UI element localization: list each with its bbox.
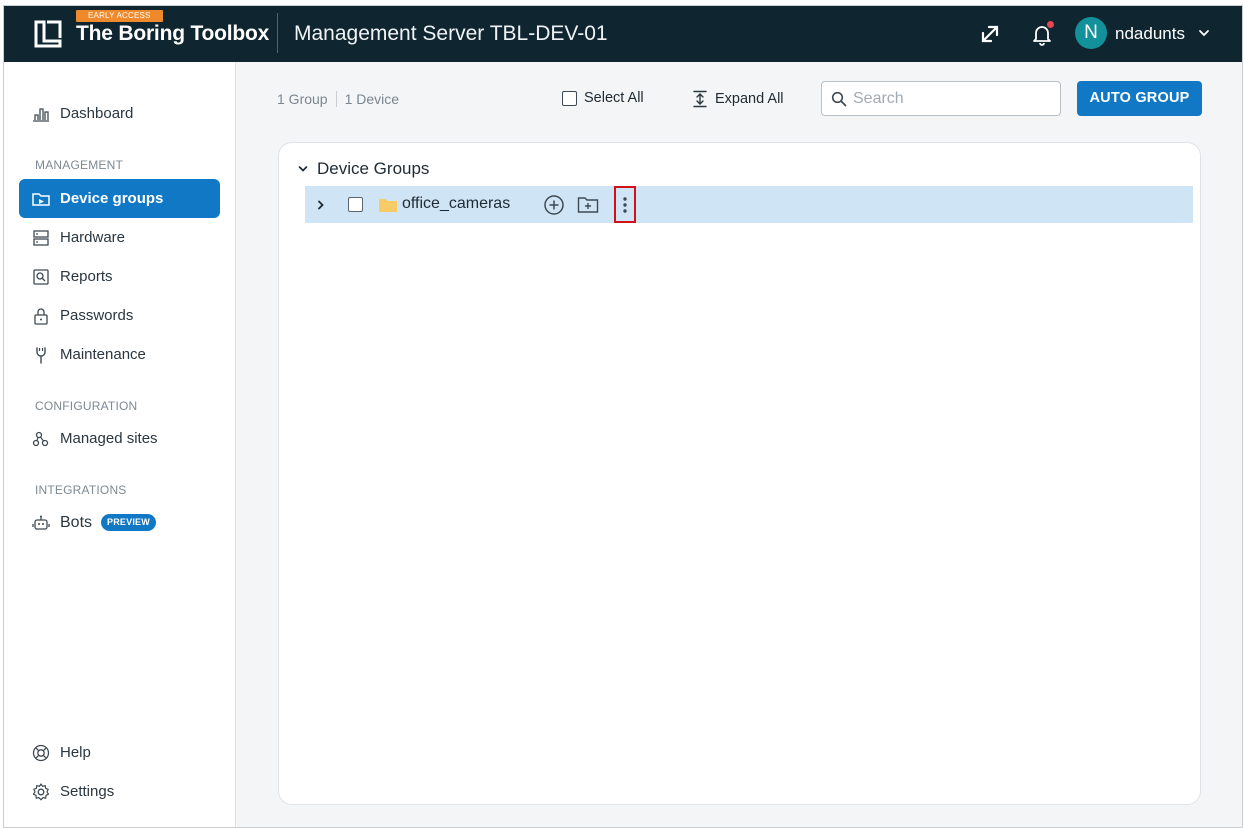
counts-summary: 1 Group 1 Device xyxy=(277,91,399,107)
sidebar-item-label: Device groups xyxy=(60,190,164,207)
sidebar-item-label: Dashboard xyxy=(60,105,134,122)
search-icon xyxy=(831,91,847,106)
section-configuration: CONFIGURATION xyxy=(35,399,138,413)
row-checkbox[interactable] xyxy=(347,186,363,223)
select-all-checkbox[interactable] xyxy=(562,90,577,106)
avatar[interactable]: N xyxy=(1075,17,1107,49)
early-access-badge: EARLY ACCESS xyxy=(76,10,163,22)
group-count: 1 Group xyxy=(277,91,328,107)
sidebar-item-dashboard[interactable]: Dashboard xyxy=(19,94,220,133)
sidebar-item-label: Reports xyxy=(60,268,113,285)
expand-row-button[interactable] xyxy=(313,186,329,223)
sidebar-item-maintenance[interactable]: Maintenance xyxy=(19,335,220,374)
select-all-button[interactable]: Select All xyxy=(562,90,644,106)
sites-icon xyxy=(31,429,51,449)
sidebar-item-label: Help xyxy=(60,744,91,761)
preview-badge: PREVIEW xyxy=(101,514,156,531)
auto-group-button[interactable]: AUTO GROUP xyxy=(1077,81,1202,116)
sidebar-item-bots[interactable]: Bots PREVIEW xyxy=(19,503,220,542)
device-groups-toggle[interactable]: Device Groups xyxy=(297,159,429,179)
sidebar-item-reports[interactable]: Reports xyxy=(19,257,220,296)
section-integrations: INTEGRATIONS xyxy=(35,483,127,497)
sidebar-item-device-groups[interactable]: Device groups xyxy=(19,179,220,218)
app-window: EARLY ACCESS The Boring Toolbox Manageme… xyxy=(3,5,1243,828)
sidebar-item-label: Settings xyxy=(60,783,115,800)
help-lifebuoy-icon xyxy=(31,743,51,763)
tree-row-group[interactable]: office_cameras xyxy=(305,186,1193,223)
more-options-button[interactable] xyxy=(614,186,636,223)
select-all-label: Select All xyxy=(584,90,644,106)
device-count: 1 Device xyxy=(344,91,400,107)
plus-circle-icon xyxy=(544,194,564,215)
count-divider xyxy=(335,91,337,107)
app-name: The Boring Toolbox xyxy=(76,22,270,45)
sidebar-item-label: Hardware xyxy=(60,229,126,246)
robot-icon xyxy=(31,513,51,533)
device-groups-panel: Device Groups office_cameras xyxy=(278,142,1201,805)
top-header: EARLY ACCESS The Boring Toolbox Manageme… xyxy=(4,6,1242,62)
report-icon xyxy=(31,267,51,287)
bar-chart-icon xyxy=(31,104,51,124)
add-subgroup-button[interactable] xyxy=(576,186,600,223)
username[interactable]: ndadunts xyxy=(1115,24,1185,44)
chevron-down-icon[interactable] xyxy=(1197,26,1211,40)
sidebar-item-label: Managed sites xyxy=(60,430,158,447)
expand-icon[interactable] xyxy=(976,20,1004,48)
gear-icon xyxy=(31,782,51,802)
notifications-button[interactable] xyxy=(1028,20,1056,48)
add-device-button[interactable] xyxy=(542,186,566,223)
folder-video-icon xyxy=(31,189,51,209)
sidebar-item-label: Passwords xyxy=(60,307,134,324)
more-vertical-icon xyxy=(623,196,627,213)
folder-plus-icon xyxy=(577,196,599,213)
device-groups-title: Device Groups xyxy=(317,159,430,178)
lock-icon xyxy=(31,306,51,326)
sidebar-item-settings[interactable]: Settings xyxy=(19,772,220,811)
group-name[interactable]: office_cameras xyxy=(402,195,510,213)
sidebar-item-help[interactable]: Help xyxy=(19,733,220,772)
sidebar-item-label: Bots xyxy=(60,513,93,531)
wrench-icon xyxy=(31,345,51,365)
sidebar: Dashboard MANAGEMENT Device groups Hardw… xyxy=(4,62,236,827)
sidebar-item-passwords[interactable]: Passwords xyxy=(19,296,220,335)
section-management: MANAGEMENT xyxy=(35,158,124,172)
header-divider xyxy=(277,13,278,53)
folder-icon xyxy=(378,186,398,223)
expand-all-button[interactable]: Expand All xyxy=(692,90,784,108)
notification-dot xyxy=(1047,21,1054,28)
chevron-right-icon xyxy=(318,200,324,209)
logo-icon xyxy=(34,20,62,48)
sidebar-item-managed-sites[interactable]: Managed sites xyxy=(19,419,220,458)
search-box[interactable] xyxy=(821,81,1061,116)
sidebar-item-label: Maintenance xyxy=(60,346,146,363)
server-title: Management Server TBL-DEV-01 xyxy=(294,22,608,45)
expand-all-label: Expand All xyxy=(715,91,784,107)
sidebar-item-hardware[interactable]: Hardware xyxy=(19,218,220,257)
chevron-down-icon xyxy=(298,166,308,172)
expand-all-icon xyxy=(693,90,707,108)
server-icon xyxy=(31,228,51,248)
search-input[interactable] xyxy=(853,89,1043,108)
checkbox-box xyxy=(347,197,363,212)
